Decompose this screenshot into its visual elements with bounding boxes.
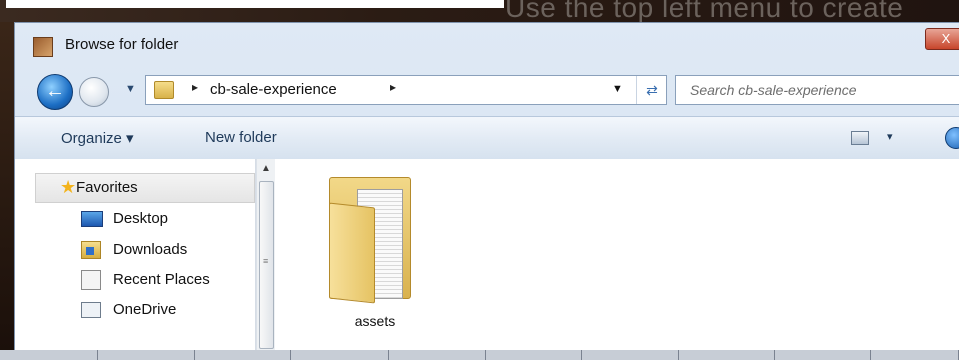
folder-browse-icon [33,37,53,57]
refresh-icon[interactable]: ⇄ [636,76,667,104]
organize-button[interactable]: Organize ▾ [61,129,134,147]
sidebar-item-recent-places[interactable]: Recent Places [15,265,255,293]
navigation-scrollbar[interactable]: ▲ ≡ [256,159,275,351]
help-icon[interactable] [945,127,959,149]
forward-button[interactable] [79,77,109,107]
grip-icon: ≡ [263,256,269,266]
taskbar-button[interactable] [195,350,291,360]
search-box[interactable] [675,75,959,105]
taskbar-button[interactable] [291,350,389,360]
folder-icon [154,81,174,99]
sidebar-item-label: OneDrive [113,301,177,318]
search-input[interactable] [688,76,952,104]
view-options-dropdown[interactable]: ▾ [887,130,893,143]
sidebar-item-onedrive[interactable]: OneDrive [15,295,255,323]
breadcrumb-current-folder[interactable]: cb-sale-experience [210,81,337,98]
taskbar-button[interactable] [389,350,486,360]
sidebar-item-label: Desktop [113,210,169,227]
sidebar-item-downloads[interactable]: Downloads [15,235,255,263]
background-left-edge [0,22,14,360]
taskbar-button[interactable] [679,350,775,360]
close-button[interactable]: X [925,28,959,50]
taskbar-button[interactable] [486,350,582,360]
sidebar-item-favorites[interactable]: ★ Favorites [35,173,255,203]
taskbar [0,350,959,360]
desktop-icon [81,211,103,227]
folder-content-pane: assets [275,159,959,351]
sidebar-item-label: Downloads [113,241,188,258]
browse-folder-dialog: Browse for folder X ← ▼ ▸ cb-sale-experi… [14,22,959,351]
change-view-icon[interactable] [851,131,869,145]
title-bar: Browse for folder X [15,23,959,67]
taskbar-button[interactable] [582,350,679,360]
taskbar-button[interactable] [775,350,871,360]
downloads-icon [81,241,101,259]
folder-name: assets [354,313,396,329]
taskbar-button[interactable] [98,350,195,360]
recent-locations-dropdown[interactable]: ▼ [125,83,136,95]
background-strip [6,0,504,8]
address-bar[interactable]: ▸ cb-sale-experience ▸ ▼ ⇄ [145,75,667,105]
navigation-pane: ★ Favorites Desktop Downloads Recent Pla… [15,159,256,351]
taskbar-button[interactable] [871,350,959,360]
onedrive-icon [81,302,101,318]
scroll-thumb[interactable]: ≡ [259,181,274,349]
sidebar-item-label: Recent Places [113,271,210,288]
dialog-title: Browse for folder [65,36,179,53]
sidebar-item-desktop[interactable]: Desktop [15,204,255,232]
folder-icon-front [329,202,375,304]
sidebar-item-label: Favorites [76,179,138,196]
background-hint-text: Use the top left menu to create [505,0,904,23]
breadcrumb-separator[interactable]: ▸ [192,80,198,94]
recent-places-icon [81,270,101,290]
new-folder-button[interactable]: New folder [205,129,277,146]
breadcrumb-separator-end[interactable]: ▸ [390,80,396,94]
star-icon: ★ [60,177,77,197]
scroll-up-icon[interactable]: ▲ [261,163,271,174]
back-button[interactable]: ← [37,74,73,110]
taskbar-button[interactable] [0,350,98,360]
folder-item-assets[interactable]: assets [315,171,435,331]
command-bar: Organize ▾ New folder ▾ [15,116,959,160]
address-dropdown[interactable]: ▼ [612,83,623,95]
